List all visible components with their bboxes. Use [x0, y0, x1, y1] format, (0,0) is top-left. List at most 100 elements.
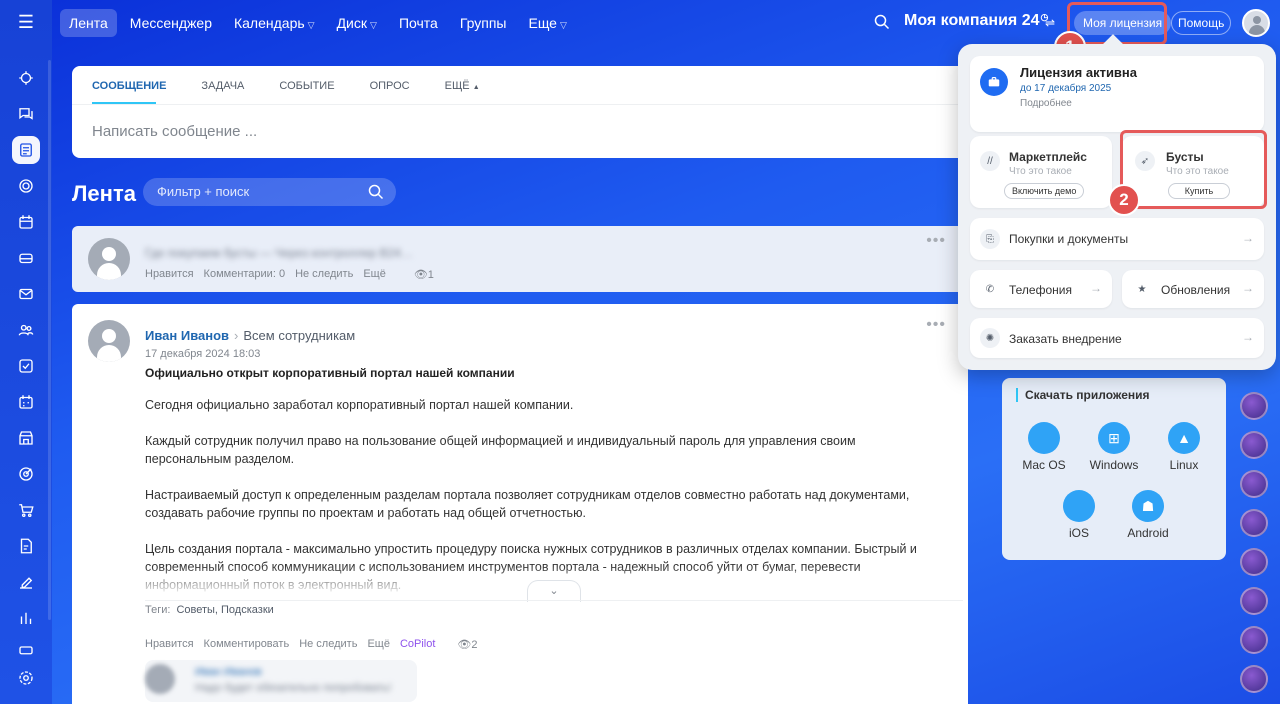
nav-messenger[interactable]: Мессенджер	[121, 9, 221, 37]
avatar[interactable]	[1242, 9, 1270, 37]
nav-feed[interactable]: Лента	[60, 9, 117, 37]
expand-post-button[interactable]: ⌄	[527, 580, 581, 602]
tab-message[interactable]: СООБЩЕНИЕ	[92, 80, 166, 92]
nav-groups[interactable]: Группы	[451, 9, 516, 37]
app-ios[interactable]: iOS	[1049, 490, 1109, 540]
post-preview: Где покупаем бусты — Через контроллер В2…	[145, 246, 413, 260]
tasks-icon[interactable]	[12, 352, 40, 380]
tab-poll[interactable]: ОПРОС	[370, 80, 410, 92]
docs-sign-icon[interactable]	[12, 532, 40, 560]
avatar[interactable]	[1240, 431, 1268, 459]
more-dots-icon[interactable]: •••	[926, 316, 946, 334]
menu-icon[interactable]: ☰	[14, 12, 38, 32]
apps-title: Скачать приложения	[1016, 388, 1150, 402]
sign-icon[interactable]	[12, 568, 40, 596]
settings-icon[interactable]	[12, 664, 40, 692]
nav-more[interactable]: Еще ▽	[519, 9, 575, 37]
chat-icon[interactable]	[12, 100, 40, 128]
more-button[interactable]: Ещё	[363, 268, 386, 281]
post-paragraph: Сегодня официально заработал корпоративн…	[145, 398, 574, 412]
avatar[interactable]	[88, 238, 130, 280]
groups-icon[interactable]	[12, 316, 40, 344]
avatar[interactable]	[1240, 665, 1268, 693]
license-status-card[interactable]: Лицензия активна до 17 декабря 2025 Подр…	[970, 56, 1264, 132]
like-button[interactable]: Нравится	[145, 638, 194, 651]
comment-button[interactable]: Комментировать	[204, 638, 290, 651]
enable-demo-button[interactable]: Включить демо	[1004, 183, 1085, 199]
divider	[145, 600, 963, 601]
cart-icon[interactable]	[12, 496, 40, 524]
comments-count[interactable]: Комментарии: 0	[204, 268, 286, 281]
marketplace-icon: //	[980, 151, 1000, 171]
license-more-link[interactable]: Подробнее	[1020, 98, 1072, 109]
tab-task[interactable]: ЗАДАЧА	[201, 80, 244, 92]
comment-text: Надо будет обязательно попробовать!	[195, 682, 392, 694]
more-dots-icon[interactable]: •••	[926, 232, 946, 250]
drive-icon[interactable]	[12, 244, 40, 272]
store-icon[interactable]	[12, 424, 40, 452]
phone-icon: ✆	[985, 283, 995, 295]
feed-post[interactable]: Где покупаем бусты — Через контроллер В2…	[72, 226, 968, 292]
tab-more[interactable]: ЕЩЁ ▲	[445, 80, 480, 92]
analytics-icon[interactable]	[12, 604, 40, 632]
briefcase-icon	[980, 68, 1008, 96]
avatar[interactable]	[1240, 587, 1268, 615]
avatar[interactable]	[1240, 392, 1268, 420]
tab-event[interactable]: СОБЫТИЕ	[279, 80, 334, 92]
tags-list[interactable]: Советы, Подсказки	[176, 604, 273, 616]
chevron-down-icon: ▽	[307, 20, 315, 30]
order-implementation-row[interactable]: ✺ Заказать внедрение →	[970, 318, 1264, 358]
avatar[interactable]	[1240, 548, 1268, 576]
company-settings-icon[interactable]: ⇌	[1045, 16, 1055, 30]
unfollow-button[interactable]: Не следить	[299, 638, 357, 651]
app-label: iOS	[1068, 526, 1089, 540]
mail-icon[interactable]	[12, 280, 40, 308]
copilot-button[interactable]: CoPilot	[400, 638, 435, 651]
avatar[interactable]	[1240, 509, 1268, 537]
post-date[interactable]: 17 декабря 2024 18:03	[145, 348, 260, 360]
feed-icon[interactable]	[12, 136, 40, 164]
avatar[interactable]	[1240, 626, 1268, 654]
avatar[interactable]	[88, 320, 130, 362]
license-date: до 17 декабря 2025	[1020, 83, 1112, 94]
avatar[interactable]	[1240, 470, 1268, 498]
lightbulb-icon: ✺	[980, 328, 1000, 348]
like-button[interactable]: Нравится	[145, 268, 194, 281]
implementation-label: Заказать внедрение	[1009, 332, 1122, 346]
chevron-down-icon: ⌄	[549, 585, 559, 597]
purchases-docs-row[interactable]: ⎘ Покупки и документы →	[970, 218, 1264, 260]
app-label: Android	[1127, 526, 1169, 540]
post-author[interactable]: Иван Иванов	[145, 328, 229, 343]
more-button[interactable]: Ещё	[367, 638, 390, 651]
app-macos[interactable]: Mac OS	[1014, 422, 1074, 472]
nav-mail[interactable]: Почта	[390, 9, 447, 37]
updates-row[interactable]: ★ Обновления →	[1122, 270, 1264, 308]
eye-icon: 👁	[457, 639, 472, 651]
post-recipients[interactable]: Всем сотрудникам	[243, 328, 355, 343]
message-input[interactable]: Написать сообщение ...	[92, 123, 257, 140]
search-icon[interactable]	[874, 14, 890, 30]
app-linux[interactable]: ▲ Linux	[1154, 422, 1214, 472]
filter-search-input[interactable]: Фильтр + поиск	[143, 178, 396, 206]
automation-icon[interactable]	[12, 64, 40, 92]
windows-icon: ⊞	[1098, 422, 1130, 454]
app-android[interactable]: ☗ Android	[1118, 490, 1178, 540]
unfollow-button[interactable]: Не следить	[295, 268, 353, 281]
telephony-row[interactable]: ✆ Телефония →	[970, 270, 1112, 308]
app-label: Windows	[1089, 458, 1139, 472]
marketplace-card[interactable]: // Маркетплейс Что это такое Включить де…	[970, 136, 1112, 208]
help-button[interactable]: Помощь	[1171, 11, 1232, 35]
goals-icon[interactable]	[12, 460, 40, 488]
post-composer: СООБЩЕНИЕ ЗАДАЧА СОБЫТИЕ ОПРОС ЕЩЁ ▲ Нап…	[72, 66, 968, 158]
app-windows[interactable]: ⊞ Windows	[1084, 422, 1144, 472]
left-rail: ☰	[0, 0, 52, 704]
nav-calendar[interactable]: Календарь ▽	[225, 9, 324, 37]
schedule-icon[interactable]	[12, 388, 40, 416]
company-name[interactable]: Моя компания 24◷	[904, 12, 1048, 30]
calendar-icon[interactable]	[12, 208, 40, 236]
nav-drive[interactable]: Диск ▽	[328, 9, 386, 37]
terminal-icon[interactable]	[12, 636, 40, 664]
target-icon[interactable]	[12, 172, 40, 200]
marketplace-sub[interactable]: Что это такое	[1009, 166, 1072, 177]
rail-scrollbar[interactable]	[48, 60, 51, 620]
